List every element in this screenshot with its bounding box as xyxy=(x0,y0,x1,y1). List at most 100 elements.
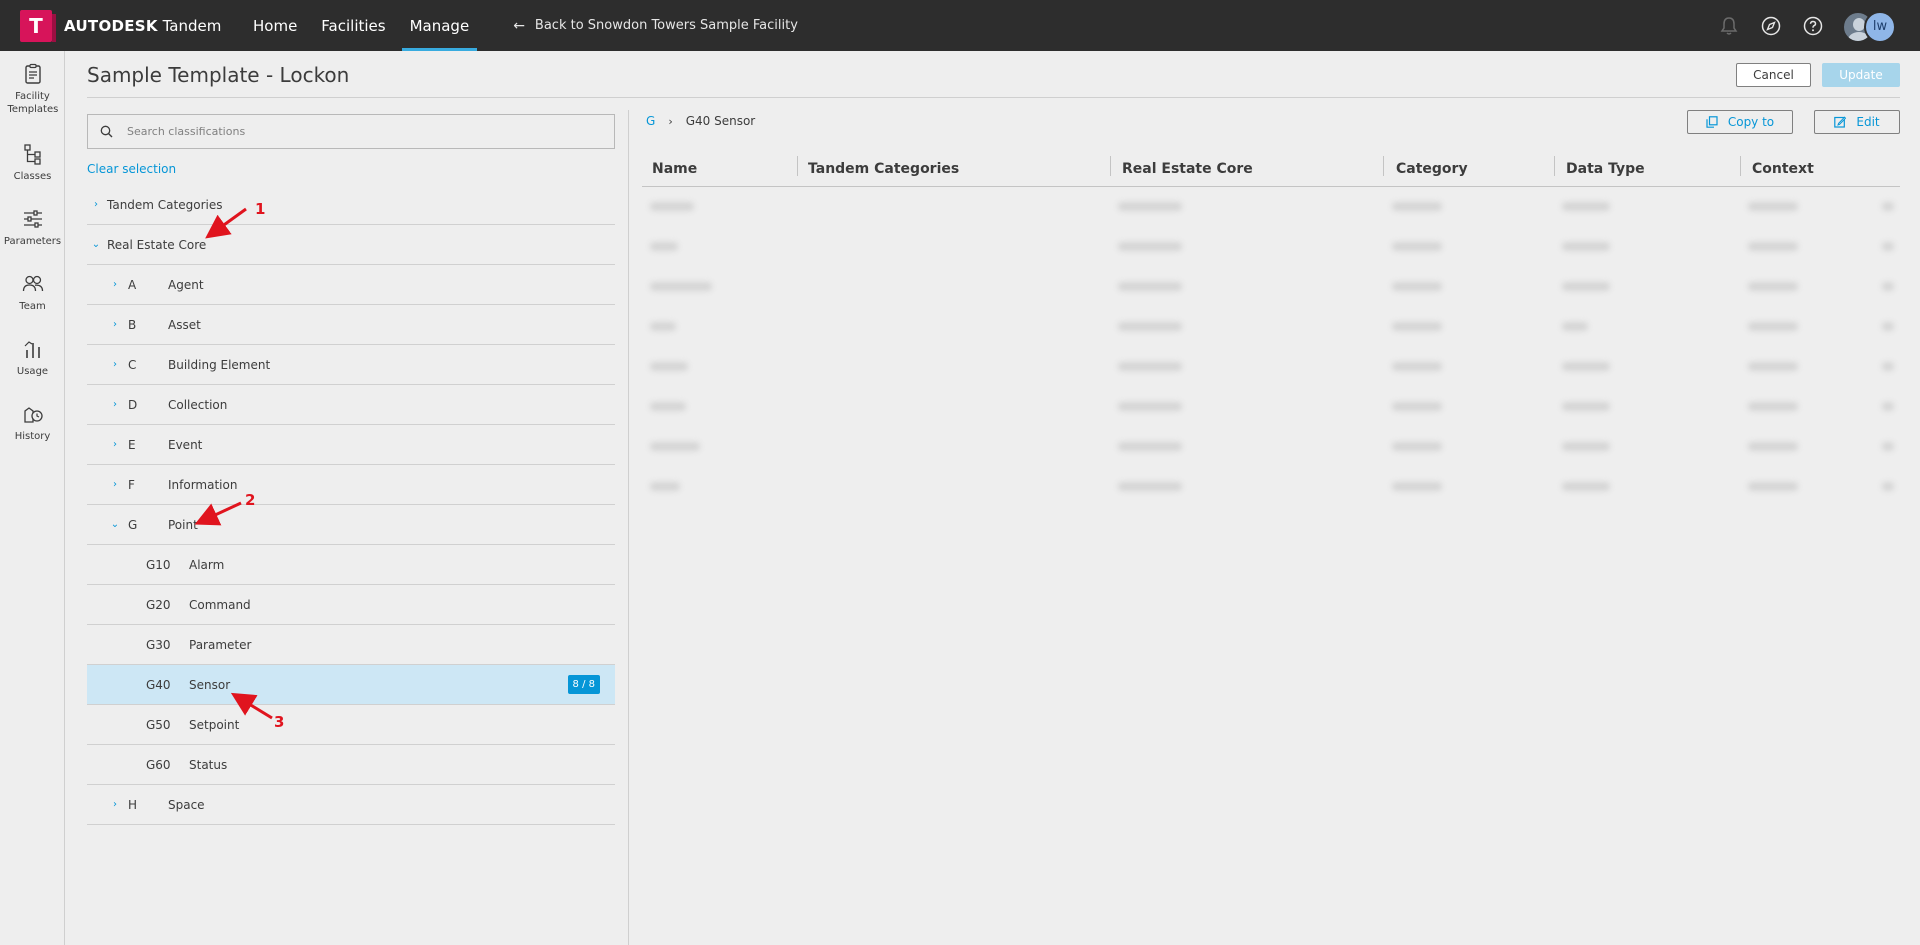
sidebar-item-team[interactable]: Team xyxy=(0,273,65,313)
obscured-cell xyxy=(1392,282,1442,291)
tree-item-tandem-categories[interactable]: › Tandem Categories xyxy=(87,185,615,225)
column-divider[interactable] xyxy=(1383,156,1384,176)
chevron-right-icon[interactable]: › xyxy=(110,399,120,410)
tree-item-collection[interactable]: › D Collection xyxy=(87,385,615,425)
main-nav: Home Facilities Manage xyxy=(245,0,485,51)
sidebar-label-usage: Usage xyxy=(16,366,49,377)
tree-item-label: Setpoint xyxy=(189,717,240,732)
tree-item-label: Information xyxy=(168,477,238,492)
column-header-tandem-categories[interactable]: Tandem Categories xyxy=(808,150,959,187)
column-header-name[interactable]: Name xyxy=(652,150,697,187)
chevron-right-icon[interactable]: › xyxy=(110,279,120,290)
column-divider[interactable] xyxy=(797,156,798,176)
nav-home[interactable]: Home xyxy=(245,0,305,51)
sidebar-label-team: Team xyxy=(19,301,46,312)
tree-item-parameter[interactable]: G30 Parameter xyxy=(87,625,615,665)
tree-item-event[interactable]: › E Event xyxy=(87,425,615,465)
sidebar-item-usage[interactable]: Usage xyxy=(0,338,65,378)
tree-item-label: Asset xyxy=(168,317,201,332)
table-row[interactable] xyxy=(642,227,1900,267)
tree-item-building-element[interactable]: › C Building Element xyxy=(87,345,615,385)
column-divider[interactable] xyxy=(1110,156,1111,176)
tandem-logo-icon: T xyxy=(20,9,56,42)
tree-item-command[interactable]: G20 Command xyxy=(87,585,615,625)
chevron-right-icon[interactable]: › xyxy=(110,479,120,490)
table-header: Name Tandem Categories Real Estate Core … xyxy=(642,150,1900,187)
table-row[interactable] xyxy=(642,187,1900,227)
tree-item-asset[interactable]: › B Asset xyxy=(87,305,615,345)
obscured-cell xyxy=(1392,402,1442,411)
tree-item-agent[interactable]: › A Agent xyxy=(87,265,615,305)
tree-item-sensor[interactable]: G40 Sensor 8 / 8 xyxy=(87,665,615,705)
breadcrumb: G › G40 Sensor xyxy=(646,114,755,128)
tree-item-status[interactable]: G60 Status xyxy=(87,745,615,785)
table-row[interactable] xyxy=(642,267,1900,307)
search-input[interactable] xyxy=(127,125,607,138)
tree-item-real-estate-core[interactable]: ⌄ Real Estate Core xyxy=(87,225,615,265)
column-header-data-type[interactable]: Data Type xyxy=(1566,150,1645,187)
user-initials-avatar: lw xyxy=(1864,10,1896,43)
obscured-cell xyxy=(1562,362,1610,371)
tree-item-point[interactable]: ⌄ G Point xyxy=(87,505,615,545)
copy-to-button[interactable]: Copy to xyxy=(1687,110,1793,134)
table-row[interactable] xyxy=(642,387,1900,427)
column-header-real-estate-core[interactable]: Real Estate Core xyxy=(1122,150,1253,187)
table-row[interactable] xyxy=(642,427,1900,467)
edit-button[interactable]: Edit xyxy=(1814,110,1900,134)
clear-selection-link[interactable]: Clear selection xyxy=(87,162,176,176)
obscured-cell xyxy=(1882,202,1894,211)
chevron-down-icon[interactable]: ⌄ xyxy=(110,519,120,530)
compass-icon[interactable] xyxy=(1760,15,1782,37)
sidebar-item-history[interactable]: History xyxy=(0,403,65,443)
autodesk-tandem-logo[interactable]: T AUTODESK Tandem xyxy=(20,9,230,42)
obscured-cell xyxy=(650,362,688,371)
chevron-right-icon[interactable]: › xyxy=(110,319,120,330)
help-icon[interactable] xyxy=(1802,15,1824,37)
tree-item-alarm[interactable]: G10 Alarm xyxy=(87,545,615,585)
people-icon xyxy=(22,275,43,292)
tree-item-label: Collection xyxy=(168,397,228,412)
tree-item-label: Space xyxy=(168,797,205,812)
obscured-cell xyxy=(1392,322,1442,331)
tree-item-code: G50 xyxy=(146,717,171,732)
column-header-category[interactable]: Category xyxy=(1396,150,1468,187)
obscured-cell xyxy=(1748,442,1798,451)
tree-item-label: Alarm xyxy=(189,557,225,572)
tree-item-label: Command xyxy=(189,597,251,612)
column-divider[interactable] xyxy=(1554,156,1555,176)
tree-item-code: C xyxy=(128,357,137,372)
obscured-cell xyxy=(1882,242,1894,251)
obscured-cell xyxy=(1748,402,1798,411)
chevron-down-icon[interactable]: ⌄ xyxy=(91,239,101,250)
nav-facilities[interactable]: Facilities xyxy=(313,0,393,51)
table-row[interactable] xyxy=(642,347,1900,387)
sidebar-item-classes[interactable]: Classes xyxy=(0,143,65,183)
back-to-facility-link[interactable]: ← Back to Snowdon Towers Sample Facility xyxy=(513,18,798,34)
tree-item-label: Agent xyxy=(168,277,204,292)
search-classifications-box[interactable] xyxy=(87,114,615,149)
update-button[interactable]: Update xyxy=(1822,63,1900,87)
obscured-cell xyxy=(1118,402,1182,411)
sidebar-label-parameters: Parameters xyxy=(3,236,62,247)
chevron-right-icon[interactable]: › xyxy=(91,199,101,210)
tree-item-space[interactable]: › H Space xyxy=(87,785,615,825)
user-avatar[interactable]: lw xyxy=(1842,8,1902,44)
breadcrumb-current: G40 Sensor xyxy=(685,114,756,128)
tree-item-setpoint[interactable]: G50 Setpoint xyxy=(87,705,615,745)
column-divider[interactable] xyxy=(1740,156,1741,176)
sidebar-item-facility-templates[interactable]: Facility Templates xyxy=(0,63,65,116)
cancel-button[interactable]: Cancel xyxy=(1736,63,1811,87)
table-row[interactable] xyxy=(642,307,1900,347)
chevron-right-icon[interactable]: › xyxy=(110,439,120,450)
chevron-right-icon[interactable]: › xyxy=(110,359,120,370)
table-row[interactable] xyxy=(642,467,1900,507)
tree-item-information[interactable]: › F Information xyxy=(87,465,615,505)
chevron-right-icon[interactable]: › xyxy=(110,799,120,810)
breadcrumb-root-link[interactable]: G xyxy=(646,114,655,128)
sidebar-item-parameters[interactable]: Parameters xyxy=(0,208,65,248)
nav-manage[interactable]: Manage xyxy=(401,0,478,51)
sliders-icon xyxy=(23,210,42,228)
obscured-cell xyxy=(1118,242,1182,251)
column-header-context[interactable]: Context xyxy=(1752,150,1814,187)
bell-icon[interactable] xyxy=(1718,15,1740,37)
